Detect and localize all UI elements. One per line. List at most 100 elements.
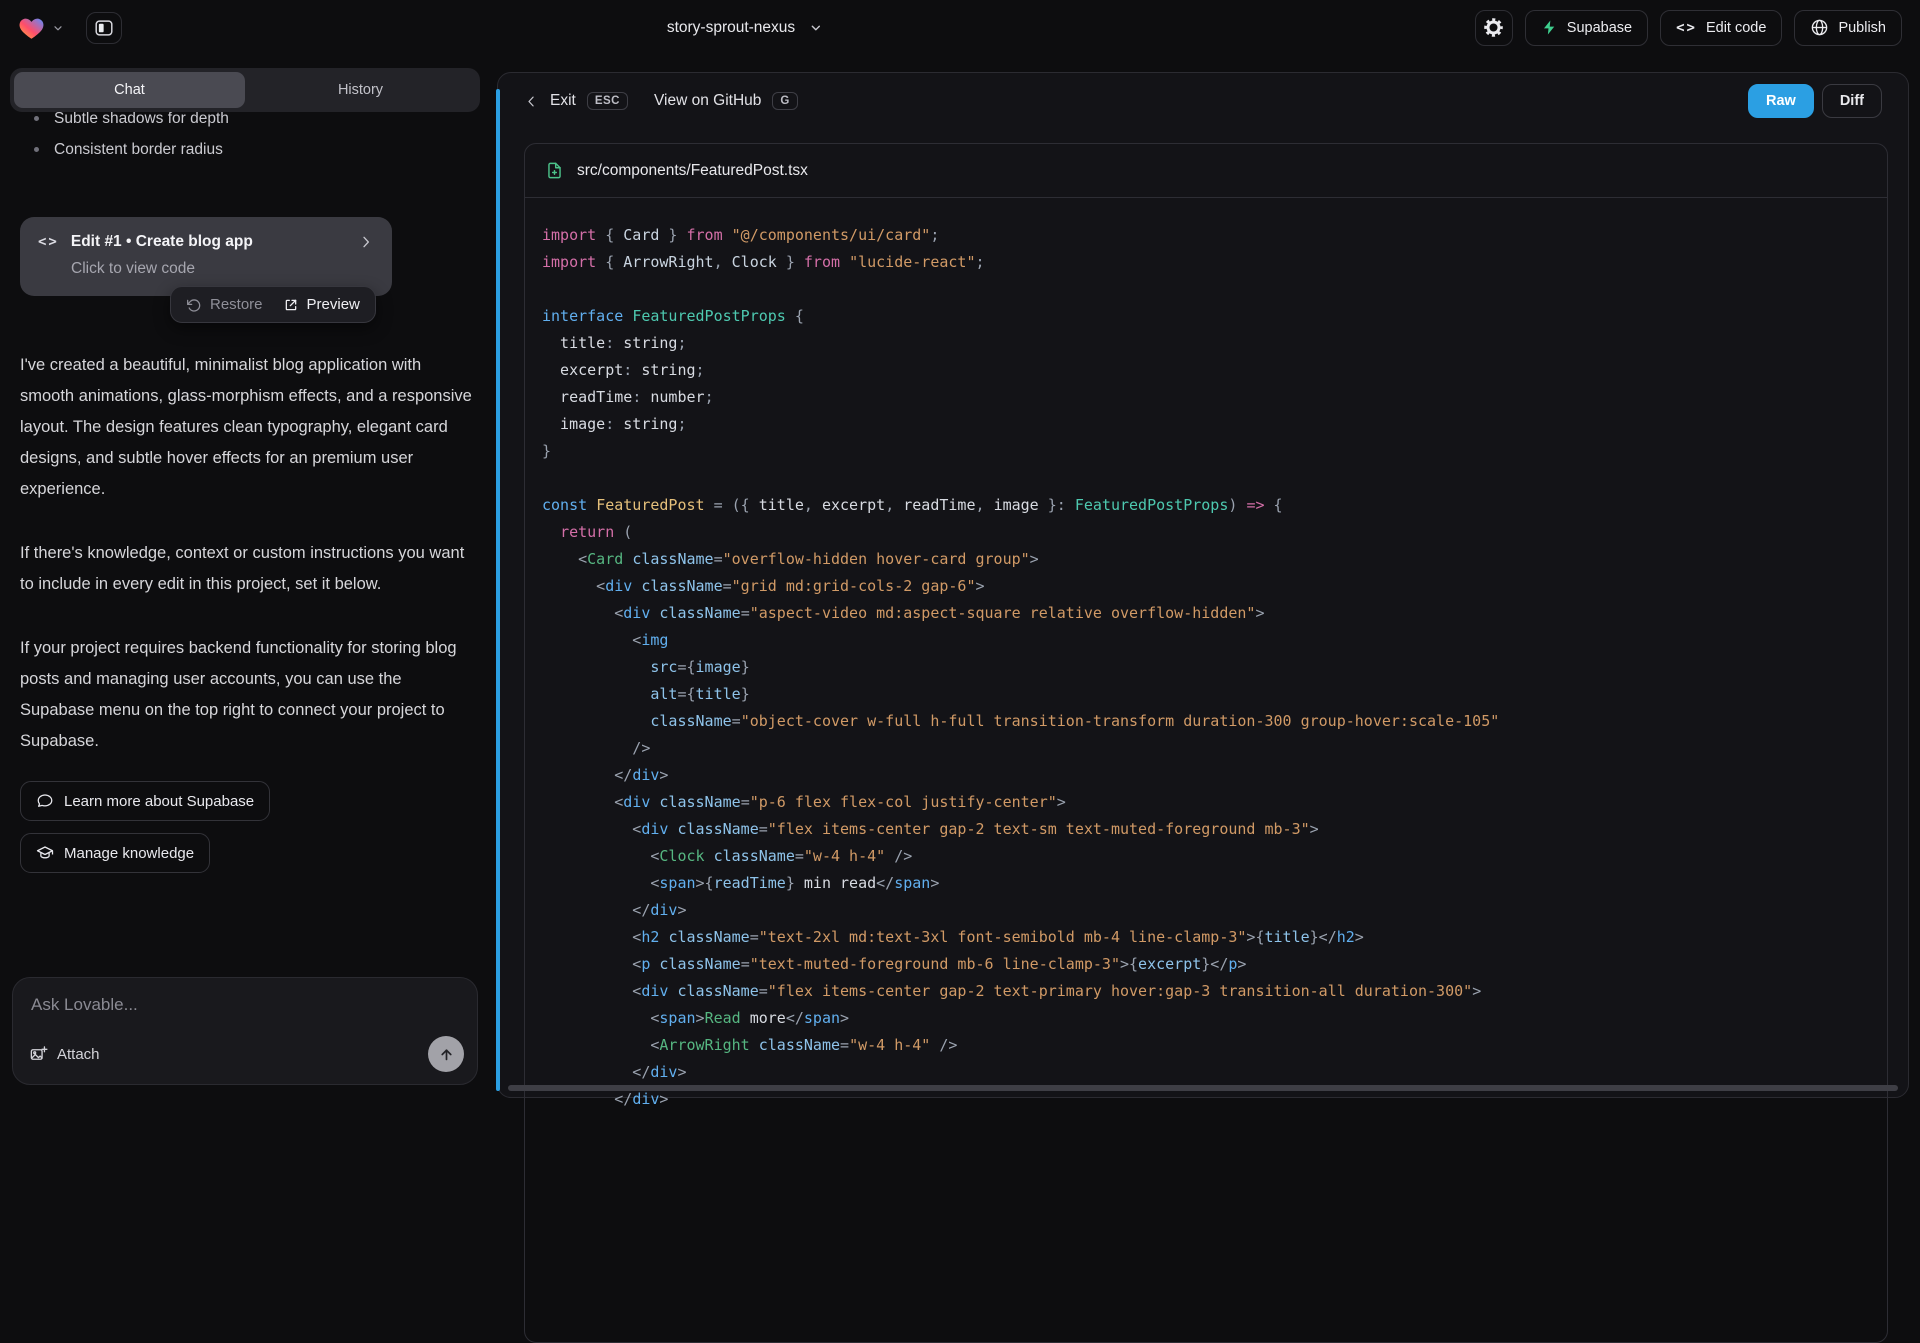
sidebar-tabs: Chat History	[10, 68, 480, 112]
chat-bubble-icon	[36, 792, 54, 810]
code-line: <h2 className="text-2xl md:text-3xl font…	[542, 924, 1867, 951]
chevron-down-icon	[809, 21, 823, 35]
code-line: import { Card } from "@/components/ui/ca…	[542, 222, 1867, 249]
code-line: excerpt: string;	[542, 357, 1867, 384]
list-item: Subtle shadows for depth	[20, 112, 470, 134]
file-header[interactable]: src/components/FeaturedPost.tsx	[525, 144, 1887, 198]
attach-button[interactable]: Attach	[29, 1045, 100, 1064]
code-line: image: string;	[542, 411, 1867, 438]
restore-label: Restore	[210, 296, 263, 313]
manage-knowledge-button[interactable]: Manage knowledge	[20, 833, 210, 873]
bullet-dot	[34, 147, 39, 152]
code-content[interactable]: import { Card } from "@/components/ui/ca…	[525, 198, 1887, 1133]
code-line: />	[542, 735, 1867, 762]
code-line	[542, 276, 1867, 303]
gear-icon	[1483, 17, 1504, 38]
code-line: className="object-cover w-full h-full tr…	[542, 708, 1867, 735]
tab-chat[interactable]: Chat	[14, 72, 245, 108]
raw-diff-toggle: Raw Diff	[1748, 84, 1882, 118]
feature-bullet-list: Subtle shadows for depth Consistent bord…	[20, 112, 470, 165]
supabase-button[interactable]: Supabase	[1525, 10, 1648, 46]
learn-more-label: Learn more about Supabase	[64, 793, 254, 810]
publish-label: Publish	[1838, 20, 1886, 36]
horizontal-scrollbar[interactable]	[508, 1085, 1898, 1091]
code-line	[542, 465, 1867, 492]
send-button[interactable]	[428, 1036, 464, 1072]
edit-card-title: Edit #1 • Create blog app	[71, 233, 346, 251]
edit-version-card[interactable]: <> Edit #1 • Create blog app Click to vi…	[20, 217, 392, 296]
assistant-message-paragraph: If your project requires backend functio…	[20, 633, 472, 757]
code-line: <div className="flex items-center gap-2 …	[542, 816, 1867, 843]
code-line: readTime: number;	[542, 384, 1867, 411]
code-line: return (	[542, 519, 1867, 546]
diff-button[interactable]: Diff	[1822, 84, 1882, 118]
code-line: <span>{readTime} min read</span>	[542, 870, 1867, 897]
prompt-composer: Attach	[12, 977, 478, 1085]
lovable-logo-menu[interactable]	[18, 15, 64, 40]
preview-label: Preview	[307, 296, 360, 313]
code-line: </div>	[542, 1059, 1867, 1086]
code-line: <div className="flex items-center gap-2 …	[542, 978, 1867, 1005]
raw-button[interactable]: Raw	[1748, 84, 1814, 118]
code-brackets-icon: <>	[38, 234, 59, 250]
code-line: <p className="text-muted-foreground mb-6…	[542, 951, 1867, 978]
list-item: Consistent border radius	[20, 134, 470, 165]
code-line: title: string;	[542, 330, 1867, 357]
restore-button[interactable]: Restore	[186, 296, 263, 313]
version-actions-popup: Restore Preview	[170, 286, 376, 323]
code-line: </div>	[542, 762, 1867, 789]
code-line: }	[542, 438, 1867, 465]
exit-button[interactable]: Exit ESC	[524, 92, 628, 110]
tab-history[interactable]: History	[245, 72, 476, 108]
code-line: interface FeaturedPostProps {	[542, 303, 1867, 330]
g-kbd: G	[772, 92, 797, 110]
code-line: <div className="p-6 flex flex-col justif…	[542, 789, 1867, 816]
publish-button[interactable]: Publish	[1794, 10, 1902, 46]
sidebar-toggle-button[interactable]	[86, 12, 122, 44]
view-on-github-button[interactable]: View on GitHub G	[654, 92, 798, 110]
edit-code-button[interactable]: <> Edit code	[1660, 10, 1782, 46]
code-brackets-icon: <>	[1676, 20, 1697, 36]
prompt-input[interactable]	[13, 978, 477, 1026]
supabase-label: Supabase	[1567, 20, 1632, 36]
project-switcher[interactable]: story-sprout-nexus	[667, 0, 823, 55]
code-line: <Clock className="w-4 h-4" />	[542, 843, 1867, 870]
file-plus-icon	[545, 161, 564, 180]
code-line: <div className="grid md:grid-cols-2 gap-…	[542, 573, 1867, 600]
assistant-message-paragraph: I've created a beautiful, minimalist blo…	[20, 350, 472, 505]
globe-icon	[1810, 18, 1829, 37]
chevron-right-icon	[358, 234, 374, 250]
code-line: src={image}	[542, 654, 1867, 681]
settings-button[interactable]	[1475, 10, 1513, 46]
github-label: View on GitHub	[654, 92, 761, 110]
bullet-text: Consistent border radius	[54, 134, 223, 165]
graduation-cap-icon	[36, 844, 54, 862]
code-line: import { ArrowRight, Clock } from "lucid…	[542, 249, 1867, 276]
arrow-up-icon	[438, 1046, 455, 1063]
code-line: <ArrowRight className="w-4 h-4" />	[542, 1032, 1867, 1059]
code-line: <Card className="overflow-hidden hover-c…	[542, 546, 1867, 573]
bullet-dot	[34, 116, 39, 121]
chat-scroll-area[interactable]: Subtle shadows for depth Consistent bord…	[0, 112, 490, 976]
exit-label: Exit	[550, 92, 576, 110]
code-line: <div className="aspect-video md:aspect-s…	[542, 600, 1867, 627]
code-line: <span>Read more</span>	[542, 1005, 1867, 1032]
edit-code-label: Edit code	[1706, 20, 1766, 36]
chevron-down-icon	[52, 22, 64, 34]
chevron-left-icon	[524, 94, 539, 109]
app-header: story-sprout-nexus Supabase <> Edit code	[0, 0, 1920, 55]
code-line: alt={title}	[542, 681, 1867, 708]
esc-kbd: ESC	[587, 92, 628, 110]
rotate-ccw-icon	[186, 297, 202, 313]
learn-more-supabase-button[interactable]: Learn more about Supabase	[20, 781, 270, 821]
supabase-bolt-icon	[1541, 19, 1558, 36]
edit-card-subtitle: Click to view code	[71, 260, 374, 278]
code-line: </div>	[542, 897, 1867, 924]
code-view-panel: Exit ESC View on GitHub G Raw Diff src/c…	[497, 72, 1909, 1098]
code-line: const FeaturedPost = ({ title, excerpt, …	[542, 492, 1867, 519]
lovable-heart-icon	[18, 15, 45, 40]
code-view-header: Exit ESC View on GitHub G Raw Diff	[498, 73, 1908, 129]
file-path: src/components/FeaturedPost.tsx	[577, 162, 808, 180]
panel-left-icon	[93, 17, 115, 39]
preview-button[interactable]: Preview	[283, 296, 360, 313]
